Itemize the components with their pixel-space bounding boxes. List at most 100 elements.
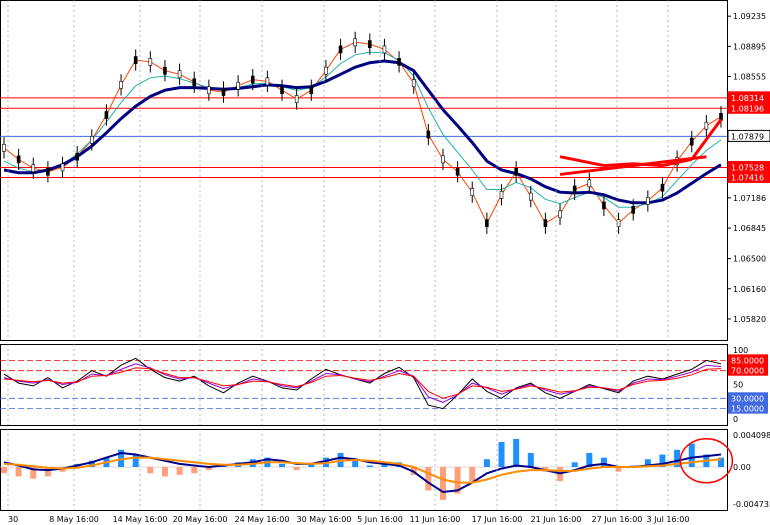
price-candle-body <box>441 155 445 164</box>
price-badge-label: 1.07416 <box>731 173 764 182</box>
macd-histogram-bar <box>425 467 432 491</box>
trend-arrow <box>603 162 634 168</box>
price-candle-body <box>89 136 94 144</box>
macd-histogram-bar <box>293 467 300 471</box>
price-tick-label: 1.06160 <box>733 285 766 294</box>
macd-histogram-bar <box>352 460 359 468</box>
macd-histogram-bar <box>132 454 139 468</box>
macd-histogram-bar <box>600 457 607 468</box>
time-tick-label: 8 May 16:00 <box>49 515 99 524</box>
macd-histogram-bar <box>498 442 505 468</box>
macd-histogram-bar <box>279 463 286 468</box>
price-candle-body <box>660 183 665 192</box>
price-candle-body <box>75 152 79 161</box>
price-candle-body <box>265 77 270 86</box>
price-candle-body <box>163 66 167 75</box>
price-tick-label: 1.08895 <box>733 42 766 51</box>
osc-tick-label: 0 <box>733 415 738 424</box>
price-candle-body <box>2 143 6 152</box>
price-tick-label: 1.05820 <box>733 315 766 324</box>
price-candle-body <box>309 86 314 95</box>
price-candle-body <box>250 75 255 84</box>
price-candle-body <box>514 167 518 176</box>
price-candle-body <box>616 219 621 228</box>
price-candle-body <box>455 167 460 176</box>
osc-tick-label: 100 <box>733 346 748 355</box>
price-candle-body <box>119 81 123 89</box>
chart-background <box>0 0 770 525</box>
price-candle-body <box>221 88 226 96</box>
time-tick-label: 3 Jul 16:00 <box>647 515 690 524</box>
macd-histogram-bar <box>527 452 534 468</box>
macd-histogram-bar <box>191 467 198 474</box>
time-tick-label: 30 <box>8 515 18 524</box>
price-candle-body <box>646 197 650 205</box>
price-candle-body <box>46 167 50 176</box>
macd-histogram-bar <box>439 467 446 500</box>
macd-histogram-bar <box>513 438 520 468</box>
osc-level-label: 85.0000 <box>731 356 764 365</box>
price-candle-body <box>631 206 636 214</box>
price-tick-label: 1.09235 <box>733 12 766 21</box>
price-candle-body <box>280 86 284 95</box>
price-badge-label: 1.08196 <box>731 104 764 113</box>
price-candle-body <box>689 137 694 146</box>
time-tick-label: 27 Jun 16:00 <box>592 515 643 524</box>
time-tick-label: 20 May 16:00 <box>173 515 228 524</box>
price-candle-body <box>426 130 431 139</box>
osc-level-label: 30.0000 <box>731 394 764 403</box>
trend-arrow <box>633 162 663 168</box>
price-candle-body <box>499 190 504 199</box>
price-candle-body <box>572 185 577 194</box>
time-tick-label: 21 Jun 16:00 <box>531 515 582 524</box>
osc-level-label: 15.0000 <box>731 405 764 414</box>
price-candle-body <box>470 188 475 197</box>
osc-level-label: 70.0000 <box>731 367 764 376</box>
price-candle-body <box>60 163 65 172</box>
price-candle-body <box>16 155 21 164</box>
price-candle-body <box>587 179 592 188</box>
macd-histogram-bar <box>483 459 490 468</box>
macd-histogram-bar <box>161 467 168 477</box>
price-candle-body <box>104 111 109 119</box>
price-badge-label: 1.07879 <box>731 132 764 141</box>
macd-histogram-bar <box>1 467 7 474</box>
time-tick-label: 30 May 16:00 <box>297 515 352 524</box>
time-tick-label: 5 Jun 16:00 <box>357 515 403 524</box>
macd-tick-label: 0.00 <box>733 463 751 472</box>
price-candle-body <box>382 45 387 54</box>
price-candle-body <box>485 219 489 228</box>
macd-histogram-bar <box>571 462 578 468</box>
time-tick-label: 17 Jun 16:00 <box>472 515 523 524</box>
price-tick-label: 1.08555 <box>733 72 766 81</box>
price-candle-body <box>368 40 372 48</box>
price-candle-body <box>602 201 606 210</box>
macd-histogram-bar <box>147 467 154 474</box>
price-tick-label: 1.06500 <box>733 255 766 264</box>
price-candle-body <box>236 81 240 90</box>
price-candle-body <box>294 95 299 103</box>
price-candle-body <box>397 58 401 66</box>
price-tick-label: 1.06845 <box>733 224 766 233</box>
time-tick-label: 24 May 16:00 <box>235 515 290 524</box>
time-tick-label: 14 May 16:00 <box>113 515 168 524</box>
macd-histogram-bar <box>469 467 476 482</box>
trading-chart[interactable]: 1.092351.088951.085551.081961.078791.075… <box>0 0 770 525</box>
price-candle-body <box>543 219 548 228</box>
price-candle-body <box>192 78 197 87</box>
price-candle-body <box>528 192 533 201</box>
macd-histogram-bar <box>176 467 183 475</box>
price-candle-body <box>133 56 138 64</box>
price-candle-body <box>411 79 416 87</box>
price-candle-body <box>704 121 709 130</box>
price-candle-body <box>207 86 211 95</box>
time-tick-label: 11 Jun 16:00 <box>410 515 461 524</box>
macd-tick-label: 0.0040988 <box>733 431 770 440</box>
osc-tick-label: 50 <box>733 381 743 390</box>
price-candle-body <box>338 45 343 54</box>
macd-histogram-bar <box>366 465 373 468</box>
price-tick-label: 1.07186 <box>733 194 766 203</box>
price-candle-body <box>177 70 182 79</box>
price-candle-body <box>353 38 357 47</box>
macd-histogram-bar <box>15 467 22 477</box>
